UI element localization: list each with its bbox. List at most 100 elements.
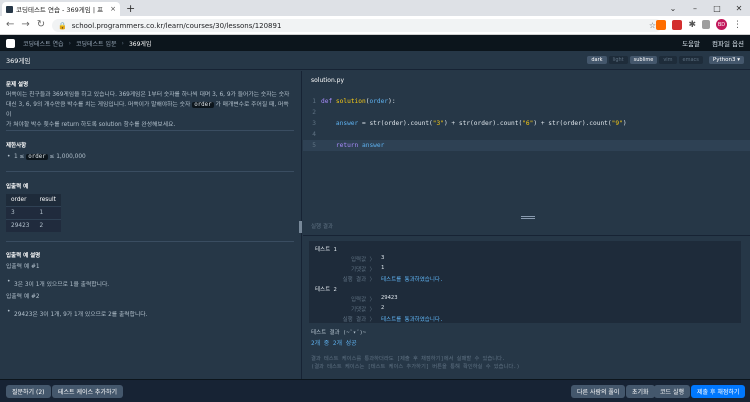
ask-question-button[interactable]: 질문하기 (2) (6, 385, 51, 398)
code-line[interactable]: 1 def solution(order): (303, 96, 750, 107)
example-2-title: 입출력 예 #2 (6, 294, 40, 300)
nav-buttons: ← → ↻ (6, 19, 45, 30)
description-line-1: 머쓱이는 친구들과 369게임을 하고 있습니다. 369게임은 1부터 숫자를… (6, 92, 290, 98)
result-value: 테스트를 통과하였습니다. (381, 317, 444, 323)
extension-icon[interactable] (672, 19, 683, 30)
puzzle-icon[interactable]: ✱ (688, 20, 696, 30)
io-cell: 29423 (6, 219, 35, 232)
profile-avatar[interactable]: BD (716, 19, 727, 30)
theme-selector: dark light sublime vim emacs Python3 ▾ (587, 56, 744, 64)
io-cell: 1 (34, 206, 61, 220)
input-label: 입력값 〉 (351, 257, 375, 263)
code-line[interactable]: 3 answer = str(order).count("3") + str(o… (303, 118, 750, 129)
constraint-post: ≤ 1,000,000 (49, 154, 86, 160)
inline-code: order (26, 154, 48, 160)
language-select[interactable]: Python3 ▾ (708, 56, 744, 64)
others-solutions-button[interactable]: 다른 사람의 풀이 (571, 385, 626, 398)
test-case-title: 테스트 2 (315, 287, 337, 293)
line-number: 3 (312, 120, 316, 127)
expected-value: 1 (381, 265, 385, 271)
breadcrumb-2[interactable]: 코딩테스트 입문 (76, 39, 117, 48)
code-line[interactable]: 2 (303, 107, 750, 118)
test-results-box: 테스트 1 입력값 〉 3 기댓값 〉 1 실행 결과 〉 테스트를 통과하였습… (309, 241, 741, 323)
address-bar-row: ← → ↻ 🔒 school.programmers.co.kr/learn/c… (0, 16, 750, 35)
code-text[interactable]: return answer (321, 142, 384, 149)
code-line[interactable]: 4 (303, 129, 750, 140)
problem-pane: 문제 설명 머쓱이는 친구들과 369게임을 하고 있습니다. 369게임은 1… (0, 71, 302, 379)
theme-light[interactable]: light (608, 56, 628, 64)
result-value: 테스트를 통과하였습니다. (381, 277, 444, 283)
theme-vim[interactable]: vim (659, 56, 677, 64)
code-text[interactable]: answer = str(order).count("3") + str(ord… (321, 120, 627, 127)
menu-icon[interactable]: ⋮ (733, 20, 742, 30)
theme-dark[interactable]: dark (587, 56, 607, 64)
minimize-icon[interactable]: – (684, 4, 706, 13)
window-controls: ⌄ – □ ✕ (662, 0, 750, 16)
help-link[interactable]: 도움말 (682, 38, 700, 48)
maximize-icon[interactable]: □ (706, 4, 728, 13)
close-window-icon[interactable]: ✕ (728, 4, 750, 13)
breadcrumb-separator: › (68, 39, 71, 47)
input-label: 입력값 〉 (351, 297, 375, 303)
reset-button[interactable]: 초기화 (626, 385, 655, 398)
new-tab-icon[interactable]: + (126, 2, 135, 15)
example-2-text: 29423은 3이 1개, 9가 1개 있으므로 2를 출력합니다. (7, 309, 147, 318)
forward-icon[interactable]: → (21, 19, 29, 30)
code-line[interactable]: 5 return answer (303, 140, 750, 151)
compile-options-link[interactable]: 컴파일 옵션 (712, 38, 744, 48)
note-line-1: 결과 테스트 케이스를 통과하더라도 [제출 후 채점하기]에서 실패할 수 있… (311, 356, 506, 362)
breadcrumb-separator: › (121, 39, 124, 47)
footer-bar: 질문하기 (2) 테스트 케이스 추가하기 다른 사람의 풀이 초기화 코드 실… (0, 379, 750, 402)
browser-tab[interactable]: 코딩테스트 연습 - 369게임 | 프 × (2, 2, 120, 16)
description-line-3: 가 쳐야할 박수 횟수를 return 하도록 solution 함수를 완성해… (6, 122, 176, 128)
pane-resize-handle[interactable] (299, 221, 302, 233)
url-text[interactable]: school.programmers.co.kr/learn/courses/3… (72, 22, 282, 30)
expected-label: 기댓값 〉 (351, 267, 375, 273)
theme-emacs[interactable]: emacs (678, 56, 703, 64)
results-panel: 테스트 1 입력값 〉 3 기댓값 〉 1 실행 결과 〉 테스트를 통과하였습… (303, 235, 750, 379)
line-number: 1 (312, 98, 316, 105)
back-icon[interactable]: ← (6, 19, 14, 30)
example-1-text: 3은 3이 1개 있으므로 1을 출력합니다. (7, 279, 109, 288)
reload-icon[interactable]: ↻ (37, 19, 45, 30)
extension-icon[interactable] (656, 19, 667, 30)
divider (6, 171, 294, 172)
code-text[interactable]: def solution(order): (321, 98, 396, 105)
lock-icon[interactable]: 🔒 (58, 22, 67, 30)
browser-tab-bar: 코딩테스트 연습 - 369게임 | 프 × + ⌄ – □ ✕ (0, 0, 750, 16)
input-value: 3 (381, 255, 385, 261)
editor-resize-handle[interactable] (521, 216, 535, 219)
constraint-item: 1 ≤ order ≤ 1,000,000 (7, 154, 86, 160)
divider (6, 130, 294, 131)
dropdown-icon[interactable]: ⌄ (662, 4, 684, 13)
add-test-case-button[interactable]: 테스트 케이스 추가하기 (52, 385, 124, 398)
app-header: 코딩테스트 연습 › 코딩테스트 입문 › 369게임 도움말 컴파일 옵션 (0, 35, 750, 51)
line-number: 2 (312, 109, 316, 116)
io-header-result: result (34, 194, 61, 207)
submit-button[interactable]: 제출 후 채점하기 (691, 385, 746, 398)
extensions: ✱ BD ⋮ (656, 19, 742, 30)
summary-result: 2개 중 2개 성공 (311, 340, 357, 347)
theme-sublime[interactable]: sublime (629, 56, 658, 64)
constraint-pre: 1 ≤ (14, 154, 25, 160)
sidepanel-icon[interactable] (702, 20, 710, 29)
test-case-title: 테스트 1 (315, 247, 337, 253)
note-line-2: (결과 테스트 케이스는 [테스트 케이스 추가하기] 버튼을 통해 확인하실 … (311, 364, 520, 370)
star-icon[interactable]: ☆ (649, 21, 656, 30)
breadcrumb-3: 369게임 (128, 40, 152, 48)
line-number: 4 (312, 131, 316, 138)
breadcrumb-1[interactable]: 코딩테스트 연습 (23, 39, 64, 48)
divider (6, 241, 294, 242)
line-number: 5 (312, 142, 316, 149)
io-heading: 입출력 예 (6, 184, 29, 190)
summary-label: 테스트 결과 (~˘▾˘)~ (311, 330, 367, 336)
results-heading: 실행 결과 (311, 224, 333, 230)
programmers-logo-icon[interactable] (6, 38, 15, 48)
code-editor[interactable]: 1 def solution(order): 2 3 answer = str(… (303, 89, 750, 223)
omnibox[interactable]: 🔒 school.programmers.co.kr/learn/courses… (52, 19, 662, 32)
table-row: 29423 2 (6, 219, 61, 232)
io-cell: 2 (34, 219, 61, 232)
run-code-button[interactable]: 코드 실행 (654, 385, 690, 398)
tab-close-icon[interactable]: × (110, 5, 116, 13)
explain-heading: 입출력 예 설명 (6, 253, 41, 259)
